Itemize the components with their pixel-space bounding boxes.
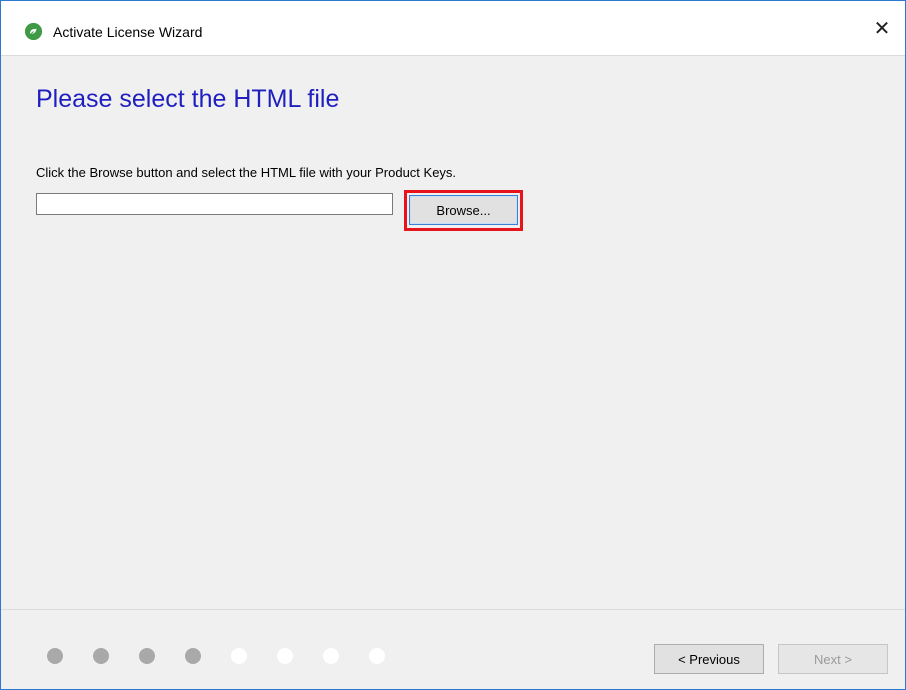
- wizard-footer: < Previous Next >: [1, 609, 905, 689]
- step-dot-pending: [231, 648, 247, 664]
- browse-button[interactable]: Browse...: [409, 195, 518, 225]
- wizard-content: Please select the HTML file Click the Br…: [1, 56, 905, 609]
- close-button[interactable]: ✕: [859, 1, 905, 55]
- instruction-text: Click the Browse button and select the H…: [36, 165, 457, 180]
- step-progress-indicator: [47, 648, 385, 664]
- step-dot-completed: [185, 648, 201, 664]
- step-dot-completed: [139, 648, 155, 664]
- close-icon: ✕: [873, 16, 891, 40]
- page-heading: Please select the HTML file: [36, 85, 340, 113]
- step-dot-pending: [323, 648, 339, 664]
- wizard-window: Activate License Wizard ✕ Please select …: [0, 0, 906, 690]
- step-dot-completed: [93, 648, 109, 664]
- step-dot-pending: [277, 648, 293, 664]
- step-dot-completed: [47, 648, 63, 664]
- previous-button[interactable]: < Previous: [654, 644, 764, 674]
- app-logo-icon: [25, 23, 42, 40]
- step-dot-pending: [369, 648, 385, 664]
- next-button[interactable]: Next >: [778, 644, 888, 674]
- window-title: Activate License Wizard: [53, 24, 203, 40]
- title-bar: Activate License Wizard ✕: [1, 1, 905, 56]
- file-path-input[interactable]: [36, 193, 393, 215]
